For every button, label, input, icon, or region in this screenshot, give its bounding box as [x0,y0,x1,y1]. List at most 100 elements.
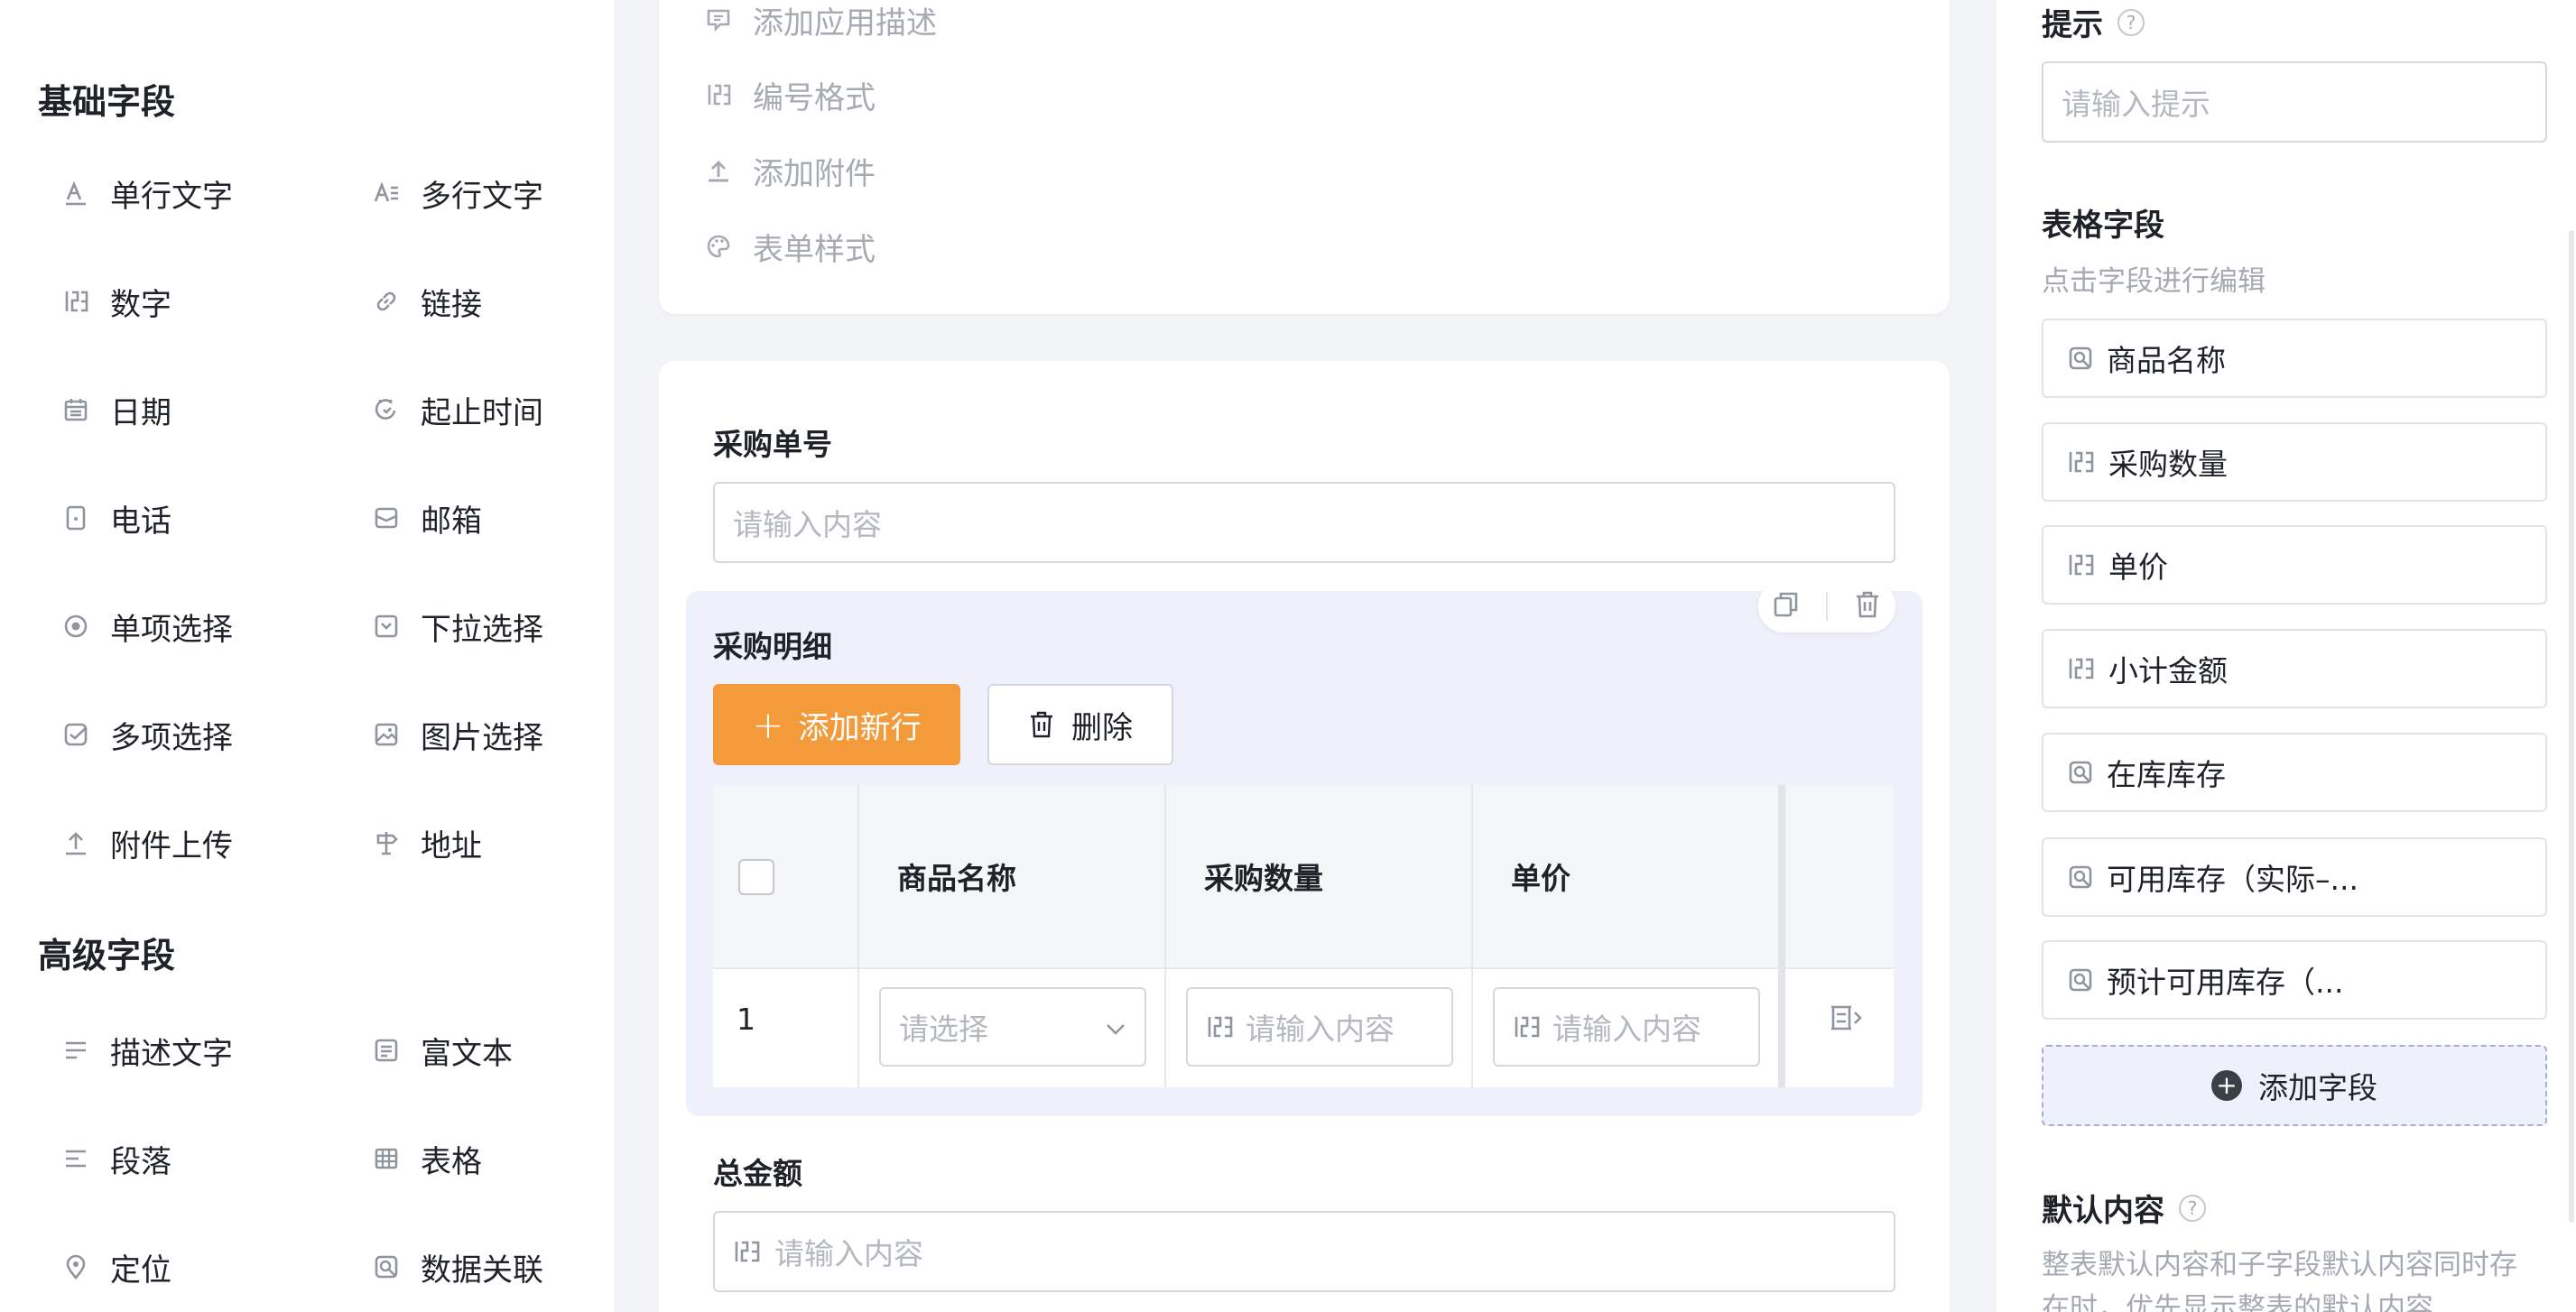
palette-item-dropdown[interactable]: 下拉选择 [372,599,543,653]
purchase-detail-label: 采购明细 [713,629,832,664]
add-attachment-item[interactable]: 添加附件 [704,148,876,193]
palette-icon [704,232,733,261]
price-input[interactable]: 请输入内容 [1493,987,1760,1067]
paragraph-icon [61,1144,90,1173]
number-icon [1513,1013,1542,1040]
number-format-icon [704,80,733,109]
palette-item-table[interactable]: 表格 [372,1132,482,1186]
phone-icon [61,504,90,532]
dropdown-icon [372,612,401,641]
default-content-label: 默认内容 ? [2042,1186,2206,1230]
select-placeholder: 请选择 [899,1012,988,1047]
number-icon [1206,1013,1235,1040]
scrollbar[interactable] [2569,230,2574,1223]
palette-item-label: 日期 [110,394,171,431]
table-icon [372,1144,401,1173]
input-placeholder: 请输入内容 [1246,1012,1395,1047]
table-field-quantity[interactable]: 采购数量 [2042,422,2547,502]
palette-item-address[interactable]: 地址 [372,816,482,870]
trash-icon[interactable] [1852,589,1883,624]
default-content-text: 默认内容 [2042,1193,2164,1229]
advanced-fields-title: 高级字段 [38,936,176,975]
palette-item-data-link[interactable]: 数据关联 [372,1240,543,1294]
detail-table: 商品名称 采购数量 单价 1 请选择 请输入内容 请输入内容 [713,785,1894,1087]
total-amount-input[interactable]: 请输入内容 [713,1211,1895,1292]
palette-item-label: 数据关联 [421,1252,543,1289]
add-field-button[interactable]: + 添加字段 [2042,1045,2547,1126]
table-field-price[interactable]: 单价 [2042,525,2547,605]
column-header-quantity: 采购数量 [1204,861,1323,896]
menu-label: 编号格式 [753,79,876,116]
palette-item-location[interactable]: 定位 [61,1240,171,1294]
table-field-expected-stock[interactable]: 预计可用库存（... [2042,940,2547,1020]
help-icon[interactable]: ? [2179,1194,2206,1222]
column-divider [1164,785,1166,1087]
comment-icon [704,5,733,34]
calendar-icon [61,395,90,424]
order-no-input[interactable]: 请输入内容 [713,482,1895,563]
delete-rows-button[interactable]: 删除 [987,684,1173,765]
palette-item-rich-text[interactable]: 富文本 [372,1023,513,1077]
quantity-input[interactable]: 请输入内容 [1186,987,1453,1067]
palette-item-phone[interactable]: 电话 [61,491,171,545]
palette-item-label: 富文本 [421,1035,513,1072]
add-description-item[interactable]: 添加应用描述 [704,0,937,42]
hint-input[interactable]: 请输入提示 [2042,61,2547,143]
copy-icon[interactable] [1771,589,1802,624]
add-circle-icon: + [2211,1070,2242,1101]
data-link-icon [2067,759,2094,786]
palette-item-label: 表格 [421,1143,482,1180]
palette-item-label: 邮箱 [421,503,482,540]
menu-label: 添加应用描述 [753,5,937,42]
row-divider [713,967,1894,969]
chevron-down-icon [1103,1016,1128,1041]
palette-item-label: 电话 [110,503,171,540]
table-field-stock[interactable]: 在库库存 [2042,733,2547,812]
table-field-label: 单价 [2108,550,2168,585]
basic-fields-title: 基础字段 [38,82,176,122]
palette-item-mail[interactable]: 邮箱 [372,491,482,545]
palette-item-label: 附件上传 [110,827,233,864]
number-icon [2067,655,2096,682]
toolbar-separator [1825,592,1828,621]
column-header-price: 单价 [1511,861,1571,896]
palette-item-date[interactable]: 日期 [61,383,171,437]
table-field-product[interactable]: 商品名称 [2042,319,2547,398]
form-style-item[interactable]: 表单样式 [704,224,876,269]
column-divider [1471,785,1473,1087]
product-select[interactable]: 请选择 [879,987,1146,1067]
palette-item-number[interactable]: 数字 [61,274,171,328]
table-field-subtotal[interactable]: 小计金额 [2042,629,2547,708]
data-link-icon [2067,345,2094,372]
palette-item-checkbox[interactable]: 多项选择 [61,707,233,762]
palette-item-label: 地址 [421,827,482,864]
help-icon[interactable]: ? [2117,8,2145,36]
attachment-upload-icon [704,156,733,185]
palette-item-radio[interactable]: 单项选择 [61,599,233,653]
row-edit-icon[interactable] [1828,1002,1864,1034]
total-amount-label: 总金额 [713,1156,802,1191]
multi-line-text-icon [372,179,401,208]
palette-item-description[interactable]: 描述文字 [61,1023,233,1077]
palette-item-multi-line-text[interactable]: 多行文字 [372,166,543,220]
fixed-column-shadow [1778,785,1785,1087]
palette-item-image[interactable]: 图片选择 [372,707,543,762]
table-field-available-stock[interactable]: 可用库存（实际–... [2042,837,2547,917]
palette-item-label: 单项选择 [110,611,233,648]
palette-item-upload[interactable]: 附件上传 [61,816,233,870]
number-icon [733,1238,762,1265]
number-format-item[interactable]: 编号格式 [704,72,876,117]
order-no-label: 采购单号 [713,427,832,462]
palette-item-single-line-text[interactable]: 单行文字 [61,166,233,220]
palette-item-date-range[interactable]: 起止时间 [372,383,543,437]
radio-icon [61,612,90,641]
select-all-checkbox[interactable] [738,859,774,895]
menu-label: 添加附件 [753,155,876,192]
palette-item-link[interactable]: 链接 [372,274,482,328]
column-divider [857,785,859,1087]
palette-item-label: 数字 [110,286,171,323]
add-row-button[interactable]: + 添加新行 [713,684,960,765]
address-icon [372,828,401,857]
table-field-label: 在库库存 [2107,757,2226,792]
palette-item-paragraph[interactable]: 段落 [61,1132,171,1186]
